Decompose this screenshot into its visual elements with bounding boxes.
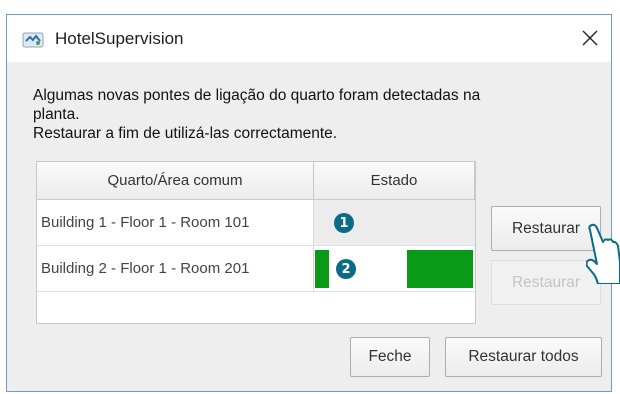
state-cell: 2	[314, 246, 475, 292]
restore-button-row-2[interactable]: Restaurar	[491, 260, 601, 305]
message-line-1: Algumas novas pontes de ligação do quart…	[33, 87, 481, 104]
hand-pointer-cursor-icon	[585, 222, 620, 289]
room-name-cell: Building 2 - Floor 1 - Room 201	[37, 246, 314, 292]
message-line-2: planta.	[33, 106, 80, 123]
table-row[interactable]: Building 2 - Floor 1 - Room 201 2	[37, 246, 475, 292]
dialog-window: HotelSupervision Algumas novas pontes de…	[6, 14, 612, 392]
restore-button-row-1[interactable]: Restaurar	[491, 206, 601, 251]
restore-all-button[interactable]: Restaurar todos	[445, 337, 602, 377]
callout-badge-1: 1	[334, 213, 354, 233]
column-header-room[interactable]: Quarto/Área comum	[37, 162, 314, 200]
rooms-table: Quarto/Área comum Estado Building 1 - Fl…	[36, 161, 476, 324]
status-indicator-left	[315, 250, 329, 288]
title-bar: HotelSupervision	[7, 15, 611, 62]
hotel-supervision-app-icon	[22, 32, 44, 48]
close-icon	[582, 30, 598, 46]
window-title: HotelSupervision	[55, 29, 184, 48]
close-button[interactable]: Feche	[350, 337, 430, 377]
column-header-state[interactable]: Estado	[314, 162, 475, 200]
status-indicator-right	[407, 250, 473, 288]
table-header: Quarto/Área comum Estado	[37, 162, 475, 200]
room-name-cell: Building 1 - Floor 1 - Room 101	[37, 200, 314, 246]
table-row[interactable]: Building 1 - Floor 1 - Room 101 1	[37, 200, 475, 246]
message-line-3: Restaurar a fim de utilizá-las correctam…	[33, 125, 338, 142]
dialog-message: Algumas novas pontes de ligação do quart…	[33, 86, 593, 143]
callout-badge-2: 2	[336, 259, 356, 279]
state-cell: 1	[314, 200, 475, 246]
close-window-button[interactable]	[575, 23, 605, 53]
